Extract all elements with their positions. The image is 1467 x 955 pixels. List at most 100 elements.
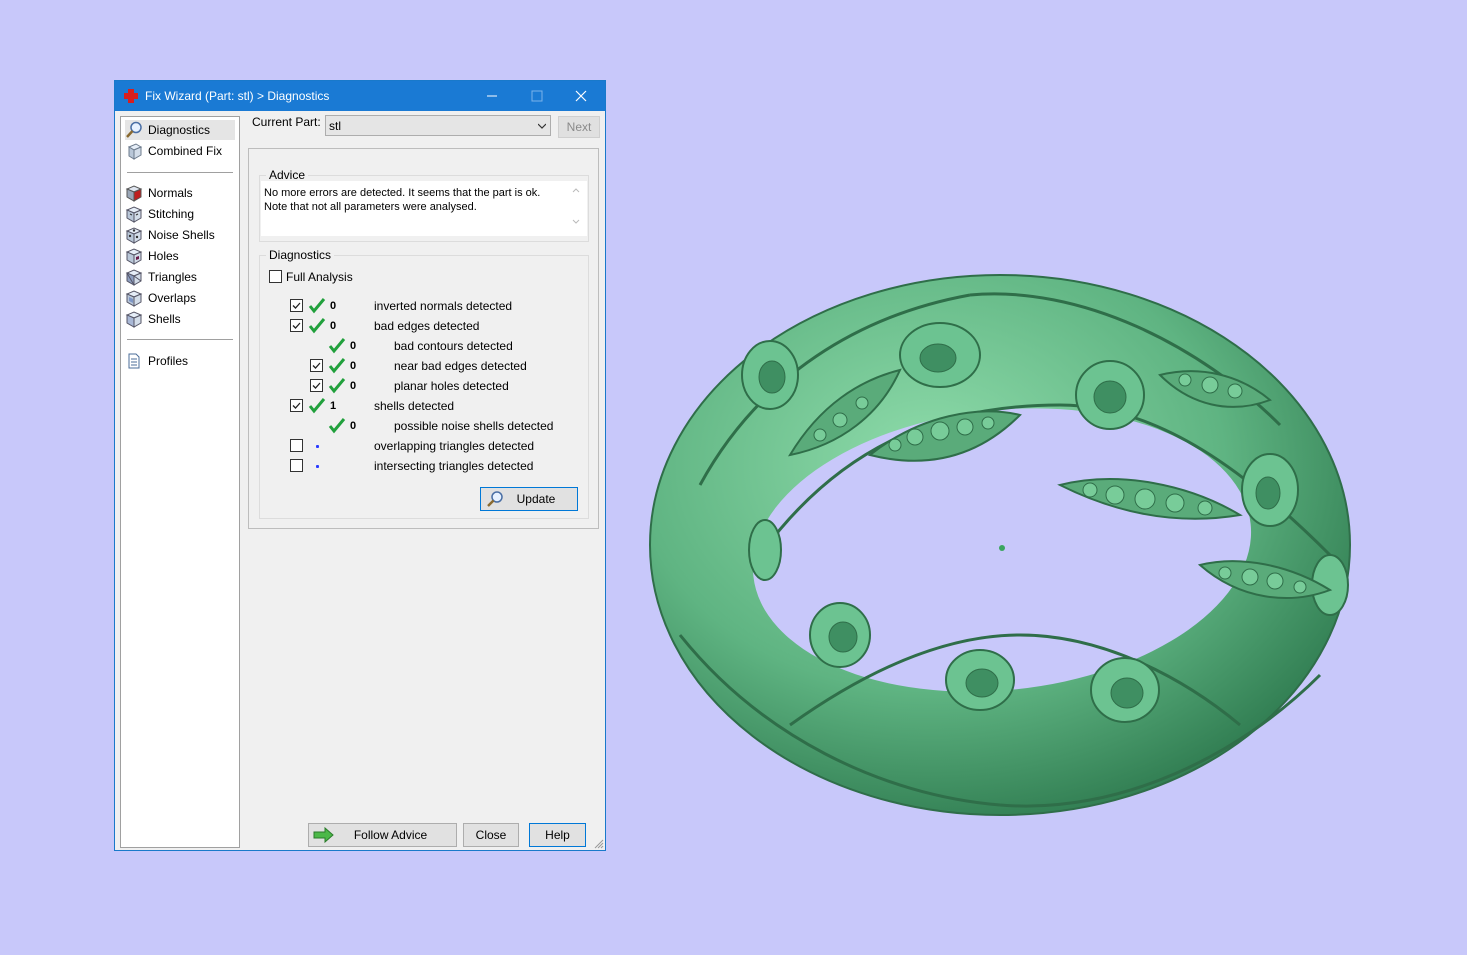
help-button[interactable]: Help [529, 823, 586, 847]
overlapping-triangles-checkbox[interactable] [290, 439, 303, 452]
sidebar-separator [127, 172, 233, 174]
document-icon [128, 353, 140, 369]
diagnostics-group: Diagnostics Full Analysis 0 inverted nor… [259, 248, 589, 519]
intersecting-triangles-checkbox[interactable] [290, 459, 303, 472]
update-button[interactable]: Update [480, 487, 578, 511]
help-label: Help [545, 828, 570, 842]
checkmark-icon [292, 402, 301, 409]
green-check-icon [308, 298, 326, 314]
sidebar-item-shells[interactable]: Shells [125, 309, 235, 329]
sidebar-item-label: Profiles [148, 354, 189, 368]
red-cross-icon [124, 89, 138, 103]
sidebar-item-normals[interactable]: Normals [125, 183, 235, 203]
advice-scrollbar[interactable] [569, 182, 583, 230]
fix-wizard-window: Fix Wizard (Part: stl) > Diagnostics Dia… [114, 80, 606, 851]
shells-checkbox[interactable] [290, 399, 303, 412]
green-arrow-icon [313, 827, 334, 843]
close-button[interactable]: Close [463, 823, 519, 847]
sidebar-item-label: Combined Fix [148, 144, 223, 158]
window-title: Fix Wizard (Part: stl) > Diagnostics [145, 89, 330, 103]
magnifier-icon [126, 121, 142, 138]
advice-line-1: No more errors are detected. It seems th… [264, 187, 541, 199]
title-bar[interactable]: Fix Wizard (Part: stl) > Diagnostics [115, 81, 605, 111]
sidebar-item-triangles[interactable]: Triangles [125, 267, 235, 287]
sidebar-separator [127, 339, 233, 341]
sidebar-item-label: Noise Shells [148, 228, 215, 242]
checkmark-icon [292, 302, 301, 309]
sidebar-item-overlaps[interactable]: Overlaps [125, 288, 235, 308]
sidebar-item-noise-shells[interactable]: Noise Shells [125, 225, 235, 245]
advice-line-2: Note that not all parameters were analys… [264, 201, 477, 213]
sidebar-item-combined-fix[interactable]: Combined Fix [125, 141, 235, 161]
sidebar-item-label: Diagnostics [148, 123, 211, 137]
follow-advice-label: Follow Advice [353, 828, 428, 842]
sidebar-item-label: Shells [148, 312, 181, 326]
bad-edges-checkbox[interactable] [290, 319, 303, 332]
shells-count: 1 [330, 400, 337, 412]
near-bad-edges-count: 0 [350, 360, 357, 372]
sidebar-item-holes[interactable]: Holes [125, 246, 235, 266]
planar-holes-checkbox[interactable] [310, 379, 323, 392]
green-check-icon [328, 338, 346, 354]
minimize-icon [487, 95, 497, 97]
checkmark-icon [312, 382, 321, 389]
sidebar-item-diagnostics[interactable]: Diagnostics [125, 120, 235, 140]
wizard-sidebar: Diagnostics Combined Fix Normals Stitchi… [120, 116, 240, 848]
inverted-normals-count: 0 [330, 300, 337, 312]
maximize-button[interactable] [514, 81, 559, 111]
normals-cube-icon [125, 185, 143, 202]
shells-label: shells detected [374, 399, 455, 413]
full-analysis-checkbox[interactable] [269, 270, 282, 283]
intersecting-triangles-label: intersecting triangles detected [374, 459, 534, 473]
inverted-normals-checkbox[interactable] [290, 299, 303, 312]
chevron-down-icon [538, 123, 546, 129]
sidebar-item-profiles[interactable]: Profiles [125, 351, 235, 371]
update-label: Update [516, 492, 556, 506]
resize-grip-icon[interactable] [594, 839, 604, 849]
cube-icon [127, 143, 143, 160]
checkmark-icon [292, 322, 301, 329]
shells-cube-icon [125, 311, 143, 328]
green-check-icon [328, 358, 346, 374]
sidebar-item-label: Overlaps [148, 291, 197, 305]
advice-text-box: No more errors are detected. It seems th… [261, 181, 587, 236]
sidebar-item-stitching[interactable]: Stitching [125, 204, 235, 224]
green-check-icon [308, 318, 326, 334]
next-button[interactable]: Next [558, 116, 600, 138]
triangles-cube-icon [125, 269, 143, 286]
pending-dot-icon [316, 465, 319, 468]
diagnostics-title: Diagnostics [266, 248, 335, 262]
noise-shells-icon [125, 227, 143, 244]
current-part-label: Current Part: [252, 115, 321, 129]
minimize-button[interactable] [469, 81, 514, 111]
near-bad-edges-label: near bad edges detected [394, 359, 527, 373]
bad-edges-label: bad edges detected [374, 319, 480, 333]
sidebar-item-label: Normals [148, 186, 193, 200]
green-check-icon [328, 418, 346, 434]
inverted-normals-label: inverted normals detected [374, 299, 513, 313]
checkmark-icon [312, 362, 321, 369]
stitching-cube-icon [125, 206, 143, 223]
full-analysis-label: Full Analysis [286, 270, 353, 284]
noise-shells-label: possible noise shells detected [394, 419, 554, 433]
sidebar-item-label: Triangles [148, 270, 197, 284]
advice-group: Advice No more errors are detected. It s… [259, 168, 589, 242]
current-part-value: stl [329, 119, 341, 133]
near-bad-edges-checkbox[interactable] [310, 359, 323, 372]
noise-shells-count: 0 [350, 420, 357, 432]
close-label: Close [475, 828, 507, 842]
planar-holes-label: planar holes detected [394, 379, 509, 393]
follow-advice-button[interactable]: Follow Advice [308, 823, 457, 847]
diagnostics-panel: Advice No more errors are detected. It s… [248, 148, 599, 529]
sidebar-item-label: Holes [148, 249, 179, 263]
close-window-button[interactable] [559, 81, 604, 111]
advice-title: Advice [266, 168, 309, 182]
bad-contours-count: 0 [350, 340, 357, 352]
planar-holes-count: 0 [350, 380, 357, 392]
3d-viewport[interactable] [640, 255, 1360, 845]
bad-contours-label: bad contours detected [394, 339, 513, 353]
bad-edges-count: 0 [330, 320, 337, 332]
green-check-icon [328, 378, 346, 394]
holes-cube-icon [125, 248, 143, 265]
current-part-select[interactable]: stl [325, 115, 551, 136]
